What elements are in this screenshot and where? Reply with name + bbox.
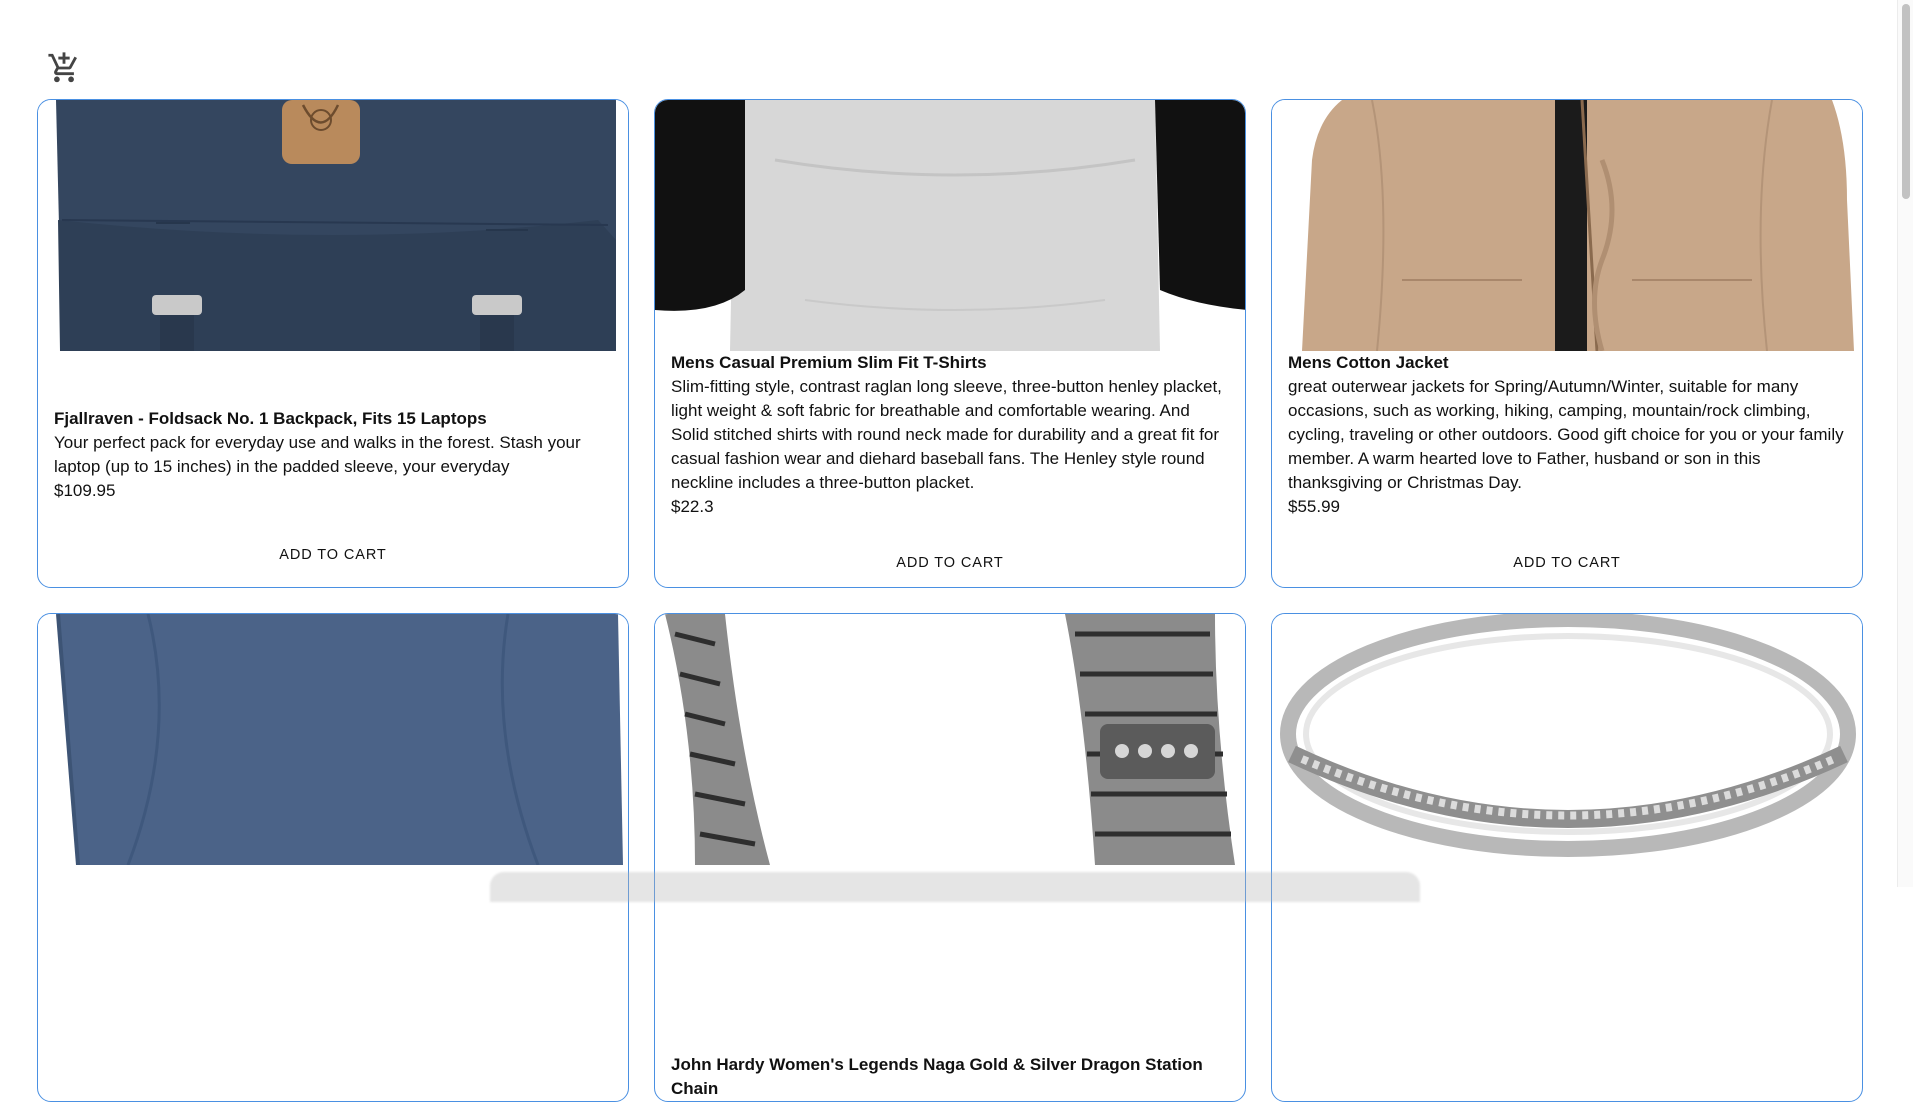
product-card xyxy=(1271,613,1863,1102)
product-description: Slim-fitting style, contrast raglan long… xyxy=(671,377,1222,492)
product-image xyxy=(1272,100,1862,351)
product-price: $22.3 xyxy=(671,497,714,516)
product-title: Mens Cotton Jacket xyxy=(1288,353,1449,372)
product-card: Mens Casual Premium Slim Fit T-Shirts Sl… xyxy=(654,99,1246,588)
cart-button[interactable] xyxy=(44,48,84,88)
scrollbar-thumb[interactable] xyxy=(1902,4,1910,199)
product-title: Fjallraven - Foldsack No. 1 Backpack, Fi… xyxy=(54,409,487,428)
product-title: John Hardy Women's Legends Naga Gold & S… xyxy=(671,1055,1203,1098)
product-price: $109.95 xyxy=(54,481,116,500)
product-info: Mens Cotton Jacket great outerwear jacke… xyxy=(1272,351,1862,551)
vertical-scrollbar[interactable] xyxy=(1897,0,1913,887)
add-to-cart-button[interactable]: ADD TO CART xyxy=(1272,551,1862,575)
product-image xyxy=(1272,614,1862,865)
product-grid: Fjallraven - Foldsack No. 1 Backpack, Fi… xyxy=(37,99,1863,1102)
add-to-cart-button[interactable]: ADD TO CART xyxy=(655,551,1245,575)
top-bar xyxy=(0,0,1913,100)
product-card xyxy=(37,613,629,1102)
product-price: $55.99 xyxy=(1288,497,1340,516)
product-info: Mens Casual Premium Slim Fit T-Shirts Sl… xyxy=(655,351,1245,551)
product-image xyxy=(655,100,1245,351)
add-shopping-cart-icon xyxy=(48,52,77,83)
product-image xyxy=(38,100,628,351)
product-image xyxy=(38,614,628,865)
product-card: Fjallraven - Foldsack No. 1 Backpack, Fi… xyxy=(37,99,629,588)
product-title: Mens Casual Premium Slim Fit T-Shirts xyxy=(671,353,987,372)
product-description: great outerwear jackets for Spring/Autum… xyxy=(1288,377,1844,492)
product-card: John Hardy Women's Legends Naga Gold & S… xyxy=(654,613,1246,1102)
bottom-overlay xyxy=(490,872,1420,902)
product-card: Mens Cotton Jacket great outerwear jacke… xyxy=(1271,99,1863,588)
product-image xyxy=(655,614,1245,865)
add-to-cart-button[interactable]: ADD TO CART xyxy=(38,535,628,575)
product-description: Your perfect pack for everyday use and w… xyxy=(54,433,581,476)
product-info: Fjallraven - Foldsack No. 1 Backpack, Fi… xyxy=(38,351,628,535)
